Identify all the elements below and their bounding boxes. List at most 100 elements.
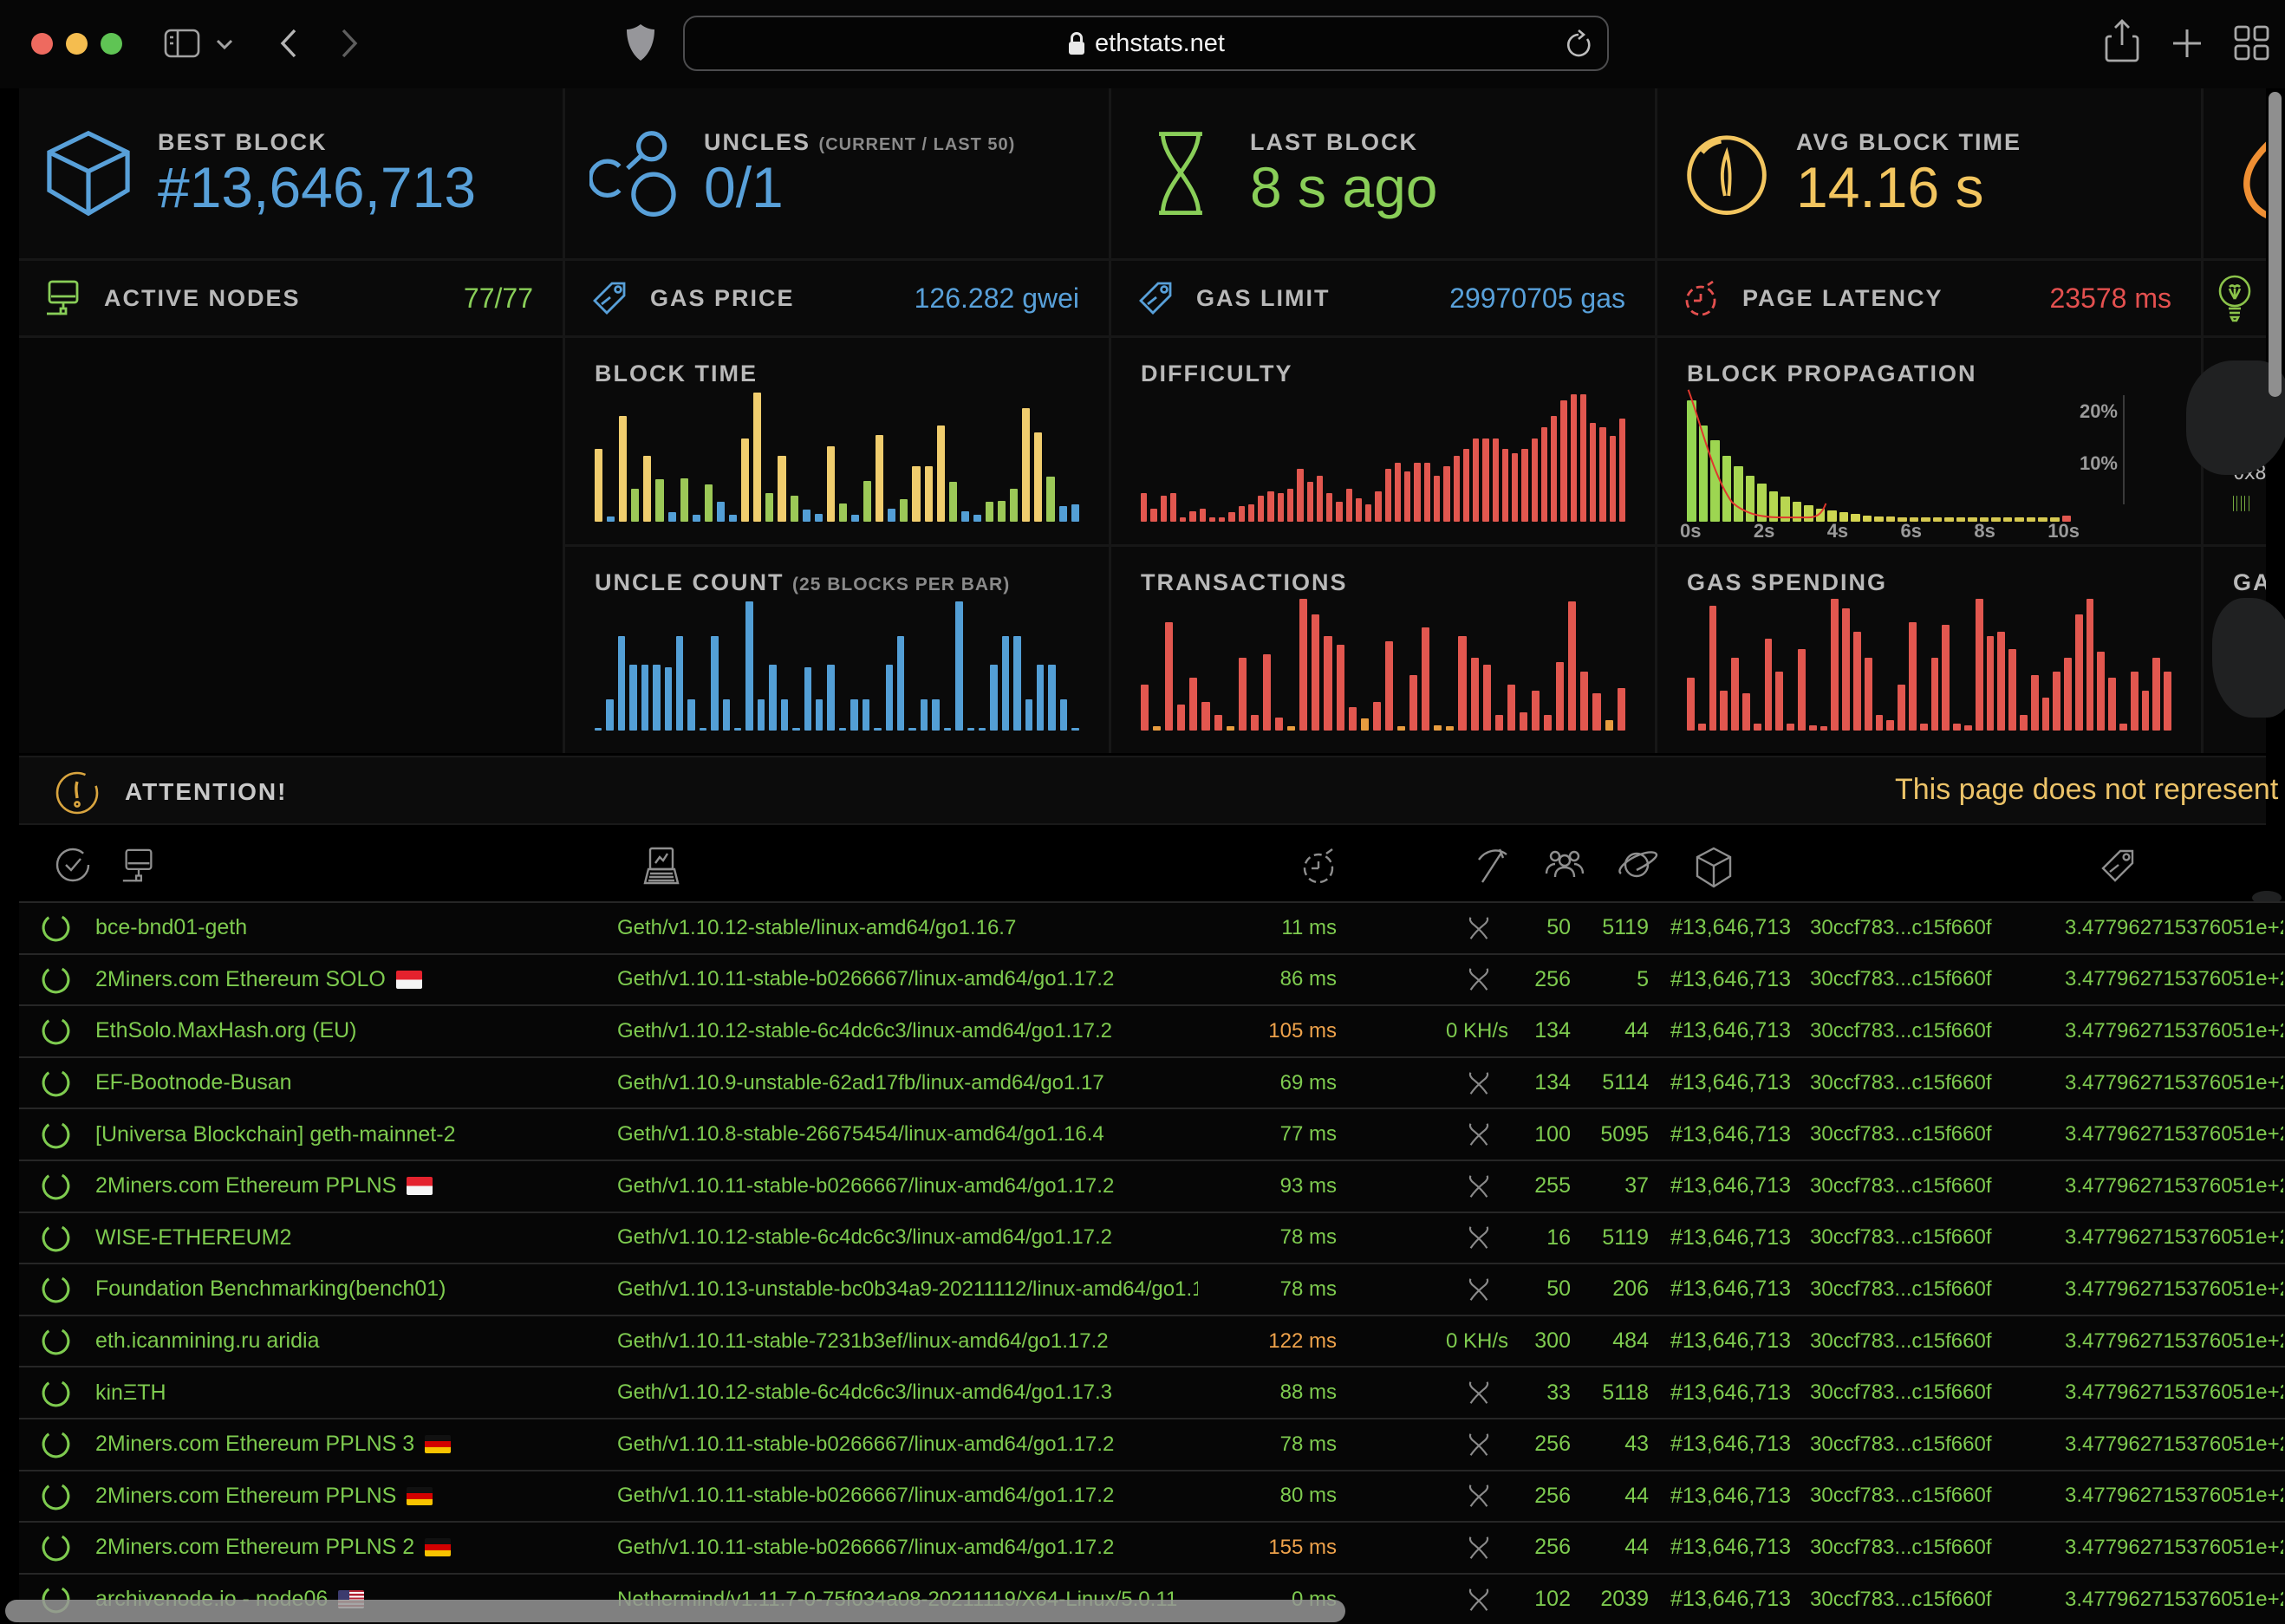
minimize-window-button[interactable] (66, 33, 88, 55)
node-total-difficulty: 3.477962715376051e+22 (2065, 1058, 2283, 1108)
horizontal-scrollbar[interactable] (5, 1600, 1345, 1622)
node-peers: 33 (1512, 1367, 1571, 1418)
attention-bar: ATTENTION! This page does not represent … (19, 756, 2266, 825)
peers-group-icon[interactable] (1543, 846, 1586, 882)
gas_spending-bar (2075, 614, 2083, 731)
node-peers: 100 (1512, 1109, 1571, 1160)
uncles-icon (565, 128, 704, 218)
block-cube-icon[interactable] (1694, 846, 1734, 889)
reload-icon[interactable] (1564, 29, 1593, 61)
new-tab-icon[interactable] (2170, 26, 2204, 61)
node-block-hash: 30ccf783...c15f660f (1810, 1058, 2053, 1108)
page-latency-panel: PAGE LATENCY 23578 ms (1657, 261, 2201, 335)
table-row[interactable]: 2Miners.com Ethereum PPLNSGeth/v1.10.11-… (19, 1470, 2285, 1522)
country-flag-icon (425, 1538, 451, 1556)
block_time-bar (655, 479, 663, 522)
difficulty-bar (1443, 466, 1449, 522)
gas-limit-value: 29970705 gas (1449, 283, 1625, 315)
avg-block-time-panel: AVG BLOCK TIME 14.16 s (1657, 88, 2201, 258)
block_propagation-bar (1722, 456, 1732, 522)
table-row[interactable]: 2Miners.com Ethereum PPLNS 2Geth/v1.10.1… (19, 1521, 2285, 1573)
uncle_count-bar (921, 699, 928, 731)
node-status-ring-icon (40, 1213, 78, 1263)
bulb-panel-cut (2204, 261, 2266, 335)
node-name: kinΞTH (95, 1367, 615, 1418)
block_time-bar (925, 466, 933, 522)
gas-price-value: 126.282 gwei (915, 283, 1079, 315)
node-status-ring-icon (40, 1316, 78, 1367)
chevron-down-icon[interactable] (215, 38, 234, 50)
block_time-bar (1010, 489, 1018, 522)
latency-stopwatch-icon[interactable] (1300, 846, 1340, 886)
table-row[interactable]: kinΞTHGeth/v1.10.12-stable-6c4dc6c3/linu… (19, 1366, 2285, 1418)
gas_spending-bar (1754, 724, 1761, 731)
tab-overview-icon[interactable] (2233, 24, 2271, 62)
uncle_count-bar (1037, 665, 1044, 731)
transactions-bar (1568, 601, 1576, 731)
difficulty-bar (1560, 400, 1566, 522)
table-row[interactable]: EthSolo.MaxHash.org (EU)Geth/v1.10.12-st… (19, 1004, 2285, 1056)
table-row[interactable]: Foundation Benchmarking(bench01)Geth/v1.… (19, 1263, 2285, 1315)
nodes-table-body: bce-bnd01-gethGeth/v1.10.12-stable/linux… (19, 901, 2285, 1624)
shield-icon[interactable] (626, 23, 655, 62)
table-row[interactable]: 2Miners.com Ethereum SOLOGeth/v1.10.11-s… (19, 953, 2285, 1005)
uncle_count-bar (1060, 699, 1067, 731)
gas_spending-bar (2020, 715, 2028, 731)
uncle_count-bar (687, 699, 694, 731)
uncle_count-bar (874, 728, 881, 731)
uncle_count-bar (1002, 636, 1009, 731)
table-row[interactable]: bce-bnd01-gethGeth/v1.10.12-stable/linux… (19, 901, 2285, 953)
node-total-difficulty: 3.477962715376051e+22 (2065, 955, 2283, 1005)
node-status-ring-icon (40, 1109, 78, 1160)
gas_spending-bar (2119, 724, 2127, 731)
difficulty-tag-icon[interactable] (2098, 846, 2138, 886)
node-client-version: Geth/v1.10.11-stable-b0266667/linux-amd6… (617, 1161, 1198, 1212)
table-row[interactable]: 2Miners.com Ethereum PPLNS 3Geth/v1.10.1… (19, 1418, 2285, 1470)
client-laptop-icon[interactable] (641, 846, 681, 887)
gas_spending-bar (1931, 658, 1939, 731)
forward-icon[interactable] (336, 26, 362, 61)
country-flag-icon (396, 971, 422, 989)
table-row[interactable]: eth.icanmining.ru aridiaGeth/v1.10.11-st… (19, 1315, 2285, 1367)
avg-block-time-value: 14.16 s (1796, 158, 2021, 218)
table-row[interactable]: EF-Bootnode-BusanGeth/v1.10.9-unstable-6… (19, 1056, 2285, 1108)
share-icon[interactable] (2105, 19, 2139, 64)
node-client-version: Geth/v1.10.11-stable-b0266667/linux-amd6… (617, 1419, 1198, 1470)
block_propagation-bar (1710, 440, 1720, 522)
node-total-difficulty: 3.477962715376051e+22 (2065, 1523, 2283, 1573)
table-row[interactable]: 2Miners.com Ethereum PPLNSGeth/v1.10.11-… (19, 1160, 2285, 1212)
block_time-bar (961, 511, 969, 522)
difficulty-bar (1551, 416, 1557, 522)
uncle_count-bar (734, 728, 741, 731)
gas_spending-bar (1720, 691, 1728, 731)
node-peers: 300 (1512, 1316, 1571, 1367)
vertical-scrollbar[interactable] (2269, 92, 2282, 397)
close-window-button[interactable] (31, 33, 53, 55)
node-block-hash: 30ccf783...c15f660f (1810, 955, 2053, 1005)
block_propagation-bar (1780, 497, 1790, 522)
uncle_count-bar (863, 699, 869, 731)
last-block-value: 8 s ago (1250, 158, 1438, 218)
status-check-icon[interactable] (54, 846, 92, 884)
gas-spending-chart-panel: GAS SPENDING (1657, 547, 2201, 753)
difficulty-bar (1571, 394, 1577, 522)
difficulty-bar (1170, 493, 1176, 522)
difficulty-bar (1150, 509, 1156, 522)
block-propagation-chart (1687, 390, 2071, 522)
pending-saturn-icon[interactable] (1614, 846, 1659, 884)
gas_spending-bar (1787, 724, 1794, 731)
table-row[interactable]: WISE-ETHEREUM2Geth/v1.10.12-stable-6c4dc… (19, 1212, 2285, 1263)
uncle_count-bar (850, 699, 857, 731)
zoom-window-button[interactable] (101, 33, 122, 55)
difficulty-bar (1228, 512, 1234, 522)
transactions-bar (1434, 725, 1442, 731)
gas_spending-bar (2142, 691, 2150, 731)
mining-pickaxe-icon[interactable] (1474, 846, 1512, 886)
sidebar-icon[interactable] (163, 26, 201, 61)
table-row[interactable]: [Universa Blockchain] geth-mainnet-2Geth… (19, 1108, 2285, 1160)
back-icon[interactable] (276, 26, 302, 61)
node-monitor-icon[interactable] (120, 846, 158, 887)
url-bar[interactable]: ethstats.net (683, 16, 1609, 71)
difficulty-bar (1200, 509, 1206, 522)
node-status-ring-icon (40, 1523, 78, 1573)
